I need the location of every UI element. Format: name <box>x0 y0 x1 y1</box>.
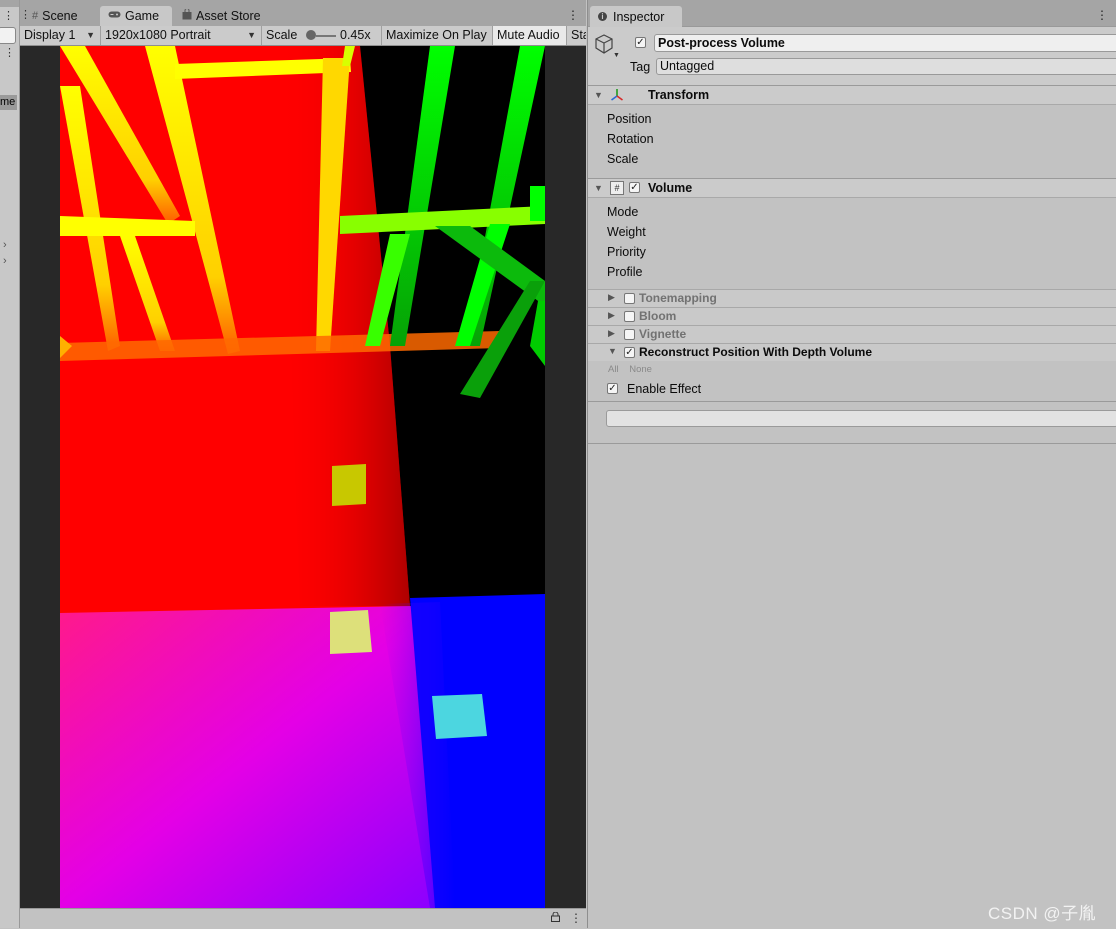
volume-weight-label: Weight <box>607 225 646 239</box>
dropdown-arrow-icon: ▼ <box>86 30 95 40</box>
info-icon: i <box>598 12 607 21</box>
effect-tonemapping-checkbox[interactable]: ✓ <box>624 293 635 304</box>
maximize-on-play-toggle[interactable]: Maximize On Play <box>382 26 493 45</box>
volume-profile-label: Profile <box>607 265 643 279</box>
gameobject-active-checkbox[interactable]: ✓ <box>635 37 646 48</box>
scale-slider-track[interactable] <box>316 35 336 37</box>
kebab-menu-icon[interactable]: ⋮ <box>567 8 579 22</box>
enable-effect-label: Enable Effect <box>627 382 702 396</box>
gameobject-name-field[interactable]: Post-process Volume <box>654 34 1116 52</box>
mute-audio-label: Mute Audio <box>497 28 560 42</box>
transform-scale-label: Scale <box>607 152 639 166</box>
lock-icon[interactable] <box>551 911 560 925</box>
resolution-dropdown-label: 1920x1080 Portrait <box>105 28 211 42</box>
maximize-on-play-label: Maximize On Play <box>386 28 487 42</box>
chevron-right-icon[interactable]: › <box>3 239 7 251</box>
tab-game-label: Game <box>125 9 160 23</box>
scale-value: 0.45x <box>340 28 371 42</box>
grid-icon: # <box>32 10 39 22</box>
effect-row-tonemapping[interactable]: ▶ ✓ Tonemapping <box>588 289 1116 307</box>
transform-position-label: Position <box>607 112 652 126</box>
effect-reconstruct-label: Reconstruct Position With Depth Volume <box>639 345 873 359</box>
stats-toggle[interactable]: Sta <box>567 26 586 45</box>
hierarchy-panel-edge: ⋮ ⋮ me › › <box>0 0 20 928</box>
scale-label: Scale <box>266 28 298 42</box>
foldout-arrow-icon[interactable]: ▶ <box>608 292 615 303</box>
volume-priority-label: Priority <box>607 245 646 259</box>
override-all-none-toggles: All None <box>608 364 660 375</box>
game-view-statusbar <box>20 908 586 929</box>
effect-bloom-label: Bloom <box>639 309 677 323</box>
foldout-arrow-icon[interactable]: ▶ <box>608 328 615 339</box>
gamepad-icon <box>108 10 121 22</box>
dropdown-arrow-icon[interactable]: ▼ <box>613 52 620 59</box>
kebab-menu-icon[interactable]: ⋮ <box>3 9 14 22</box>
kebab-menu-icon[interactable]: ⋮ <box>1096 8 1108 22</box>
watermark-text: CSDN @子胤 <box>988 904 1097 923</box>
transform-component-header[interactable]: ▼ Transform <box>588 85 1116 105</box>
cube-icon[interactable] <box>594 34 614 57</box>
tab-game[interactable]: Game <box>100 6 172 26</box>
game-render-image <box>60 46 545 908</box>
foldout-arrow-icon[interactable]: ▼ <box>594 183 603 193</box>
override-none-button[interactable]: None <box>629 364 652 375</box>
effect-tonemapping-label: Tonemapping <box>639 291 717 305</box>
scale-slider-handle[interactable] <box>306 30 316 40</box>
kebab-menu-icon[interactable]: ⋮ <box>4 46 15 59</box>
volume-enabled-checkbox[interactable]: ✓ <box>629 182 640 193</box>
transform-axes-icon <box>610 88 624 105</box>
effect-row-reconstruct-position[interactable]: ▼ ✓ Reconstruct Position With Depth Volu… <box>588 343 1116 361</box>
enable-effect-checkbox[interactable]: ✓ <box>607 383 618 394</box>
foldout-arrow-icon[interactable]: ▶ <box>608 310 615 321</box>
volume-component-header[interactable]: ▼ # ✓ Volume <box>588 178 1116 198</box>
tag-dropdown[interactable]: Untagged <box>656 58 1116 75</box>
tab-scene[interactable]: # Scene <box>24 6 100 26</box>
effect-reconstruct-checkbox[interactable]: ✓ <box>624 347 635 358</box>
tab-asset-store-label: Asset Store <box>196 9 261 23</box>
effect-bloom-checkbox[interactable]: ✓ <box>624 311 635 322</box>
effect-row-bloom[interactable]: ▶ ✓ Bloom <box>588 307 1116 325</box>
transform-rotation-label: Rotation <box>607 132 654 146</box>
transform-title: Transform <box>648 88 710 102</box>
resolution-dropdown[interactable]: 1920x1080 Portrait ▼ <box>101 26 262 45</box>
effect-vignette-label: Vignette <box>639 327 687 341</box>
hierarchy-search-field[interactable] <box>0 27 16 44</box>
shopping-bag-icon <box>182 8 192 23</box>
effect-row-vignette[interactable]: ▶ ✓ Vignette <box>588 325 1116 343</box>
tab-asset-store[interactable]: Asset Store <box>174 6 274 26</box>
override-all-button[interactable]: All <box>608 364 619 375</box>
display-dropdown-label: Display 1 <box>24 28 76 42</box>
tab-inspector-label: Inspector <box>613 9 665 24</box>
hierarchy-selected-item[interactable]: me <box>0 95 17 110</box>
divider <box>588 401 1116 402</box>
divider <box>588 443 1116 444</box>
tab-inspector[interactable]: i Inspector <box>590 6 682 27</box>
inspector-panel <box>587 0 1116 928</box>
add-override-button[interactable] <box>606 410 1116 427</box>
foldout-arrow-icon[interactable]: ▼ <box>608 346 617 356</box>
tab-scene-label: Scene <box>42 9 78 23</box>
script-hash-icon: # <box>610 181 624 195</box>
game-viewport[interactable] <box>60 46 545 908</box>
chevron-right-icon[interactable]: › <box>3 255 7 267</box>
mute-audio-toggle[interactable]: Mute Audio <box>493 26 567 45</box>
volume-title: Volume <box>648 181 693 195</box>
dropdown-arrow-icon: ▼ <box>247 30 256 40</box>
volume-mode-label: Mode <box>607 205 639 219</box>
stats-label: Sta <box>571 28 586 42</box>
kebab-menu-icon[interactable]: ⋮ <box>570 911 582 925</box>
display-dropdown[interactable]: Display 1 ▼ <box>20 26 101 45</box>
tag-label: Tag <box>630 60 651 74</box>
hierarchy-tabbar <box>0 0 19 7</box>
effect-vignette-checkbox[interactable]: ✓ <box>624 329 635 340</box>
foldout-arrow-icon[interactable]: ▼ <box>594 90 603 100</box>
